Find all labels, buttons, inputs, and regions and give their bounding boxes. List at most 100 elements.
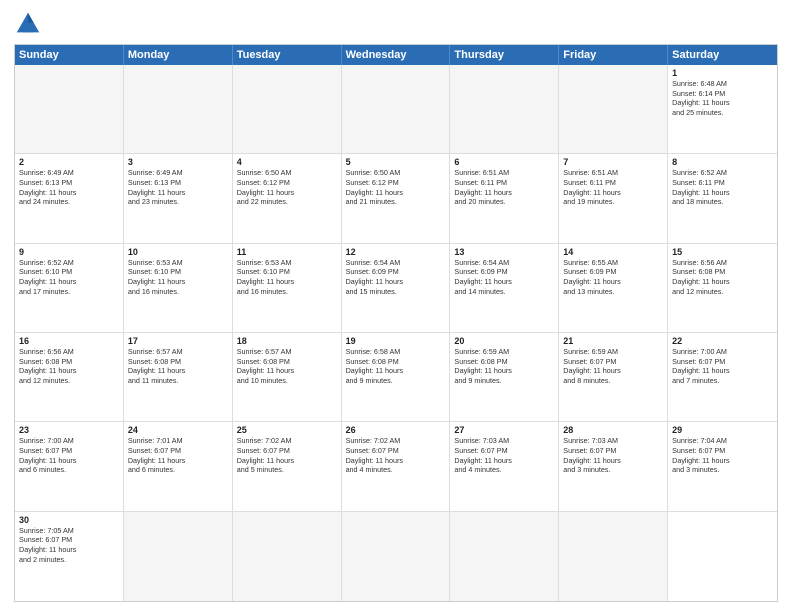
calendar-cell: 22Sunrise: 7:00 AM Sunset: 6:07 PM Dayli… [668,333,777,422]
day-header-wednesday: Wednesday [342,45,451,65]
day-info: Sunrise: 6:50 AM Sunset: 6:12 PM Dayligh… [346,168,446,207]
day-number: 12 [346,247,446,257]
day-number: 30 [19,515,119,525]
calendar-cell [559,512,668,601]
calendar-cell: 6Sunrise: 6:51 AM Sunset: 6:11 PM Daylig… [450,154,559,243]
calendar-cell: 25Sunrise: 7:02 AM Sunset: 6:07 PM Dayli… [233,422,342,511]
day-info: Sunrise: 6:59 AM Sunset: 6:07 PM Dayligh… [563,347,663,386]
day-number: 19 [346,336,446,346]
day-number: 7 [563,157,663,167]
day-info: Sunrise: 6:51 AM Sunset: 6:11 PM Dayligh… [563,168,663,207]
page: SundayMondayTuesdayWednesdayThursdayFrid… [0,0,792,612]
calendar-cell: 17Sunrise: 6:57 AM Sunset: 6:08 PM Dayli… [124,333,233,422]
day-info: Sunrise: 6:51 AM Sunset: 6:11 PM Dayligh… [454,168,554,207]
day-header-monday: Monday [124,45,233,65]
day-info: Sunrise: 7:02 AM Sunset: 6:07 PM Dayligh… [237,436,337,475]
day-number: 9 [19,247,119,257]
calendar-cell: 10Sunrise: 6:53 AM Sunset: 6:10 PM Dayli… [124,244,233,333]
day-number: 2 [19,157,119,167]
day-info: Sunrise: 7:04 AM Sunset: 6:07 PM Dayligh… [672,436,773,475]
day-number: 13 [454,247,554,257]
calendar-cell [450,512,559,601]
calendar-cell: 7Sunrise: 6:51 AM Sunset: 6:11 PM Daylig… [559,154,668,243]
calendar-cell: 5Sunrise: 6:50 AM Sunset: 6:12 PM Daylig… [342,154,451,243]
day-number: 16 [19,336,119,346]
logo-icon [14,10,42,38]
calendar-cell: 29Sunrise: 7:04 AM Sunset: 6:07 PM Dayli… [668,422,777,511]
calendar-cell [233,65,342,154]
day-number: 21 [563,336,663,346]
calendar-cell: 13Sunrise: 6:54 AM Sunset: 6:09 PM Dayli… [450,244,559,333]
day-info: Sunrise: 6:55 AM Sunset: 6:09 PM Dayligh… [563,258,663,297]
calendar-cell: 14Sunrise: 6:55 AM Sunset: 6:09 PM Dayli… [559,244,668,333]
day-info: Sunrise: 7:00 AM Sunset: 6:07 PM Dayligh… [672,347,773,386]
calendar-cell: 11Sunrise: 6:53 AM Sunset: 6:10 PM Dayli… [233,244,342,333]
calendar-cell: 9Sunrise: 6:52 AM Sunset: 6:10 PM Daylig… [15,244,124,333]
day-number: 18 [237,336,337,346]
day-number: 26 [346,425,446,435]
calendar-cell: 24Sunrise: 7:01 AM Sunset: 6:07 PM Dayli… [124,422,233,511]
day-number: 27 [454,425,554,435]
day-info: Sunrise: 6:52 AM Sunset: 6:11 PM Dayligh… [672,168,773,207]
day-number: 15 [672,247,773,257]
day-number: 1 [672,68,773,78]
calendar-cell: 27Sunrise: 7:03 AM Sunset: 6:07 PM Dayli… [450,422,559,511]
day-info: Sunrise: 6:50 AM Sunset: 6:12 PM Dayligh… [237,168,337,207]
day-info: Sunrise: 6:53 AM Sunset: 6:10 PM Dayligh… [128,258,228,297]
day-info: Sunrise: 7:01 AM Sunset: 6:07 PM Dayligh… [128,436,228,475]
calendar-cell: 8Sunrise: 6:52 AM Sunset: 6:11 PM Daylig… [668,154,777,243]
day-headers: SundayMondayTuesdayWednesdayThursdayFrid… [15,45,777,65]
calendar: SundayMondayTuesdayWednesdayThursdayFrid… [14,44,778,602]
calendar-cell: 12Sunrise: 6:54 AM Sunset: 6:09 PM Dayli… [342,244,451,333]
day-number: 24 [128,425,228,435]
calendar-cell [233,512,342,601]
day-header-saturday: Saturday [668,45,777,65]
calendar-cell [342,512,451,601]
day-number: 4 [237,157,337,167]
day-info: Sunrise: 6:57 AM Sunset: 6:08 PM Dayligh… [237,347,337,386]
day-number: 20 [454,336,554,346]
day-number: 5 [346,157,446,167]
calendar-cell: 2Sunrise: 6:49 AM Sunset: 6:13 PM Daylig… [15,154,124,243]
day-number: 11 [237,247,337,257]
day-header-sunday: Sunday [15,45,124,65]
calendar-grid: 1Sunrise: 6:48 AM Sunset: 6:14 PM Daylig… [15,65,777,601]
day-info: Sunrise: 7:03 AM Sunset: 6:07 PM Dayligh… [454,436,554,475]
day-number: 28 [563,425,663,435]
header [14,10,778,38]
day-info: Sunrise: 7:05 AM Sunset: 6:07 PM Dayligh… [19,526,119,565]
day-number: 10 [128,247,228,257]
calendar-cell: 20Sunrise: 6:59 AM Sunset: 6:08 PM Dayli… [450,333,559,422]
calendar-cell [15,65,124,154]
calendar-cell: 15Sunrise: 6:56 AM Sunset: 6:08 PM Dayli… [668,244,777,333]
day-info: Sunrise: 6:54 AM Sunset: 6:09 PM Dayligh… [454,258,554,297]
day-info: Sunrise: 6:57 AM Sunset: 6:08 PM Dayligh… [128,347,228,386]
calendar-cell: 18Sunrise: 6:57 AM Sunset: 6:08 PM Dayli… [233,333,342,422]
calendar-cell: 30Sunrise: 7:05 AM Sunset: 6:07 PM Dayli… [15,512,124,601]
day-info: Sunrise: 6:59 AM Sunset: 6:08 PM Dayligh… [454,347,554,386]
day-info: Sunrise: 7:00 AM Sunset: 6:07 PM Dayligh… [19,436,119,475]
day-info: Sunrise: 6:53 AM Sunset: 6:10 PM Dayligh… [237,258,337,297]
day-info: Sunrise: 6:58 AM Sunset: 6:08 PM Dayligh… [346,347,446,386]
calendar-cell: 19Sunrise: 6:58 AM Sunset: 6:08 PM Dayli… [342,333,451,422]
day-header-tuesday: Tuesday [233,45,342,65]
day-info: Sunrise: 6:52 AM Sunset: 6:10 PM Dayligh… [19,258,119,297]
calendar-cell: 1Sunrise: 6:48 AM Sunset: 6:14 PM Daylig… [668,65,777,154]
calendar-cell [124,65,233,154]
calendar-cell: 26Sunrise: 7:02 AM Sunset: 6:07 PM Dayli… [342,422,451,511]
day-number: 6 [454,157,554,167]
calendar-cell [124,512,233,601]
calendar-cell [450,65,559,154]
calendar-cell [342,65,451,154]
day-number: 29 [672,425,773,435]
day-info: Sunrise: 6:49 AM Sunset: 6:13 PM Dayligh… [128,168,228,207]
day-info: Sunrise: 6:49 AM Sunset: 6:13 PM Dayligh… [19,168,119,207]
calendar-cell: 28Sunrise: 7:03 AM Sunset: 6:07 PM Dayli… [559,422,668,511]
day-number: 8 [672,157,773,167]
logo [14,10,46,38]
calendar-cell: 4Sunrise: 6:50 AM Sunset: 6:12 PM Daylig… [233,154,342,243]
day-info: Sunrise: 6:54 AM Sunset: 6:09 PM Dayligh… [346,258,446,297]
calendar-cell: 21Sunrise: 6:59 AM Sunset: 6:07 PM Dayli… [559,333,668,422]
day-header-friday: Friday [559,45,668,65]
calendar-cell: 23Sunrise: 7:00 AM Sunset: 6:07 PM Dayli… [15,422,124,511]
